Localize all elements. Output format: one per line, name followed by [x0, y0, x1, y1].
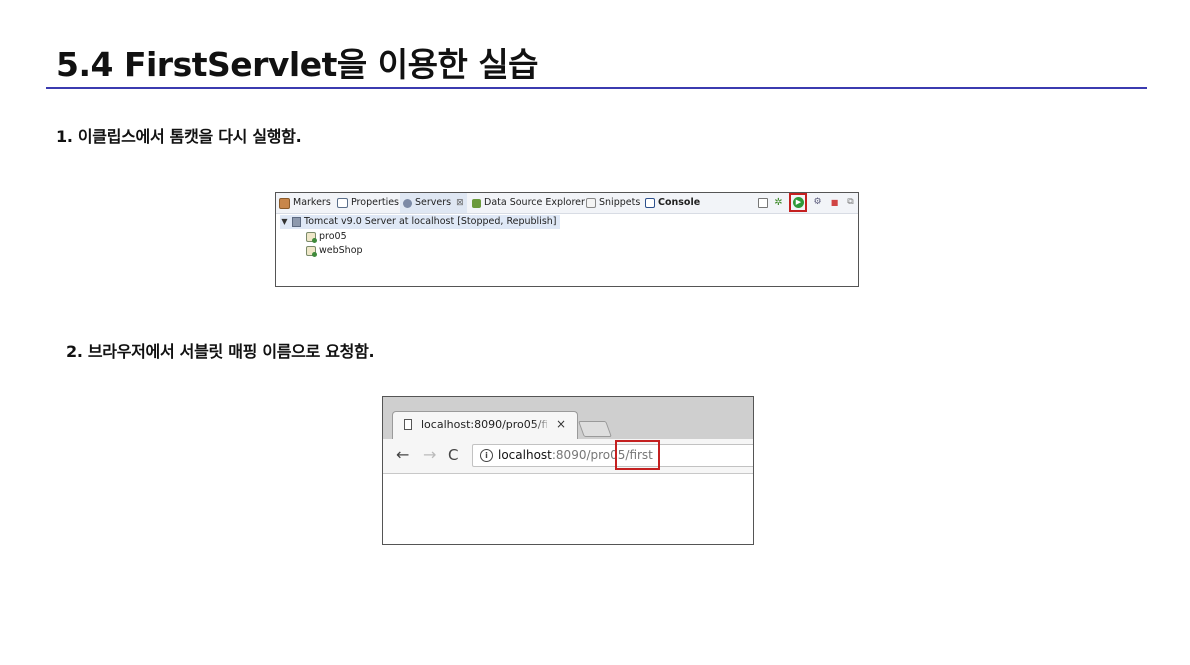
back-icon[interactable]: ←: [396, 447, 409, 463]
start-button-highlight: [789, 193, 807, 212]
console-icon: [645, 198, 655, 208]
tab-snippets-label: Snippets: [599, 197, 641, 208]
tab-properties[interactable]: Properties: [337, 193, 399, 213]
chevron-down-icon[interactable]: ▼: [280, 215, 289, 229]
debug-server-icon[interactable]: ✲: [773, 197, 784, 208]
address-bar[interactable]: i localhost:8090/pro05/first: [472, 444, 753, 467]
browser-tab-title: localhost:8090/pro05/first: [421, 418, 547, 431]
servers-icon: [403, 198, 412, 208]
tab-data-source-explorer[interactable]: Data Source Explorer: [472, 193, 585, 213]
browser-tabstrip: localhost:8090/pro05/first ×: [383, 397, 753, 439]
tab-console[interactable]: Console: [645, 193, 700, 213]
page-icon: [404, 419, 412, 430]
slide-title: 5.4 FirstServlet을 이용한 실습: [56, 45, 539, 84]
tab-servers-label: Servers: [415, 197, 452, 208]
close-tab-icon[interactable]: ×: [556, 417, 566, 431]
server-label: Tomcat v9.0 Server at localhost [Stopped…: [304, 216, 557, 227]
eclipse-servers-view: Markers Properties Servers ⊠ Data Source…: [275, 192, 859, 287]
reload-icon[interactable]: C: [448, 447, 458, 463]
tab-snippets[interactable]: Snippets: [586, 193, 640, 213]
stop-server-icon[interactable]: ■: [829, 197, 840, 208]
web-module-icon: [306, 246, 317, 257]
browser-window: localhost:8090/pro05/first × ← → C i loc…: [382, 396, 754, 545]
tab-console-label: Console: [658, 197, 701, 208]
servlet-mapping-highlight: [615, 440, 660, 470]
tab-data-source-label: Data Source Explorer: [484, 197, 585, 208]
tab-title-fade: [533, 414, 553, 434]
tab-servers[interactable]: Servers ⊠: [400, 193, 467, 213]
tab-markers[interactable]: Markers: [279, 193, 331, 213]
info-icon[interactable]: i: [480, 449, 493, 462]
tree-row-module[interactable]: pro05: [306, 230, 347, 244]
web-module-icon: [306, 232, 317, 243]
step-2-text: 2. 브라우저에서 서블릿 매핑 이름으로 요청함.: [66, 342, 375, 361]
browser-toolbar: ← → C i localhost:8090/pro05/first: [383, 439, 753, 474]
eclipse-view-tabbar: Markers Properties Servers ⊠ Data Source…: [276, 193, 858, 214]
close-icon[interactable]: ⊠: [456, 193, 464, 213]
markers-icon: [279, 197, 290, 209]
tab-markers-label: Markers: [293, 197, 331, 208]
data-source-icon: [472, 198, 481, 208]
step-1-text: 1. 이클립스에서 톰캣을 다시 실행함.: [56, 127, 302, 146]
new-server-icon[interactable]: [758, 198, 768, 208]
publish-icon[interactable]: ⧉: [845, 197, 856, 208]
forward-icon[interactable]: →: [423, 447, 436, 463]
browser-tab[interactable]: localhost:8090/pro05/first ×: [392, 411, 578, 439]
new-tab-button[interactable]: [578, 421, 612, 437]
title-divider: [46, 87, 1147, 89]
properties-icon: [337, 198, 348, 208]
tree-row-module[interactable]: webShop: [306, 244, 363, 258]
tab-properties-label: Properties: [351, 197, 400, 208]
url-host: localhost: [498, 448, 552, 462]
snippets-icon: [586, 198, 596, 208]
module-label: pro05: [319, 231, 347, 242]
server-icon: [292, 217, 301, 227]
tree-row-tomcat-server[interactable]: ▼ Tomcat v9.0 Server at localhost [Stopp…: [280, 215, 560, 229]
profile-server-icon[interactable]: ⚙: [812, 197, 823, 208]
module-label: webShop: [319, 245, 363, 256]
